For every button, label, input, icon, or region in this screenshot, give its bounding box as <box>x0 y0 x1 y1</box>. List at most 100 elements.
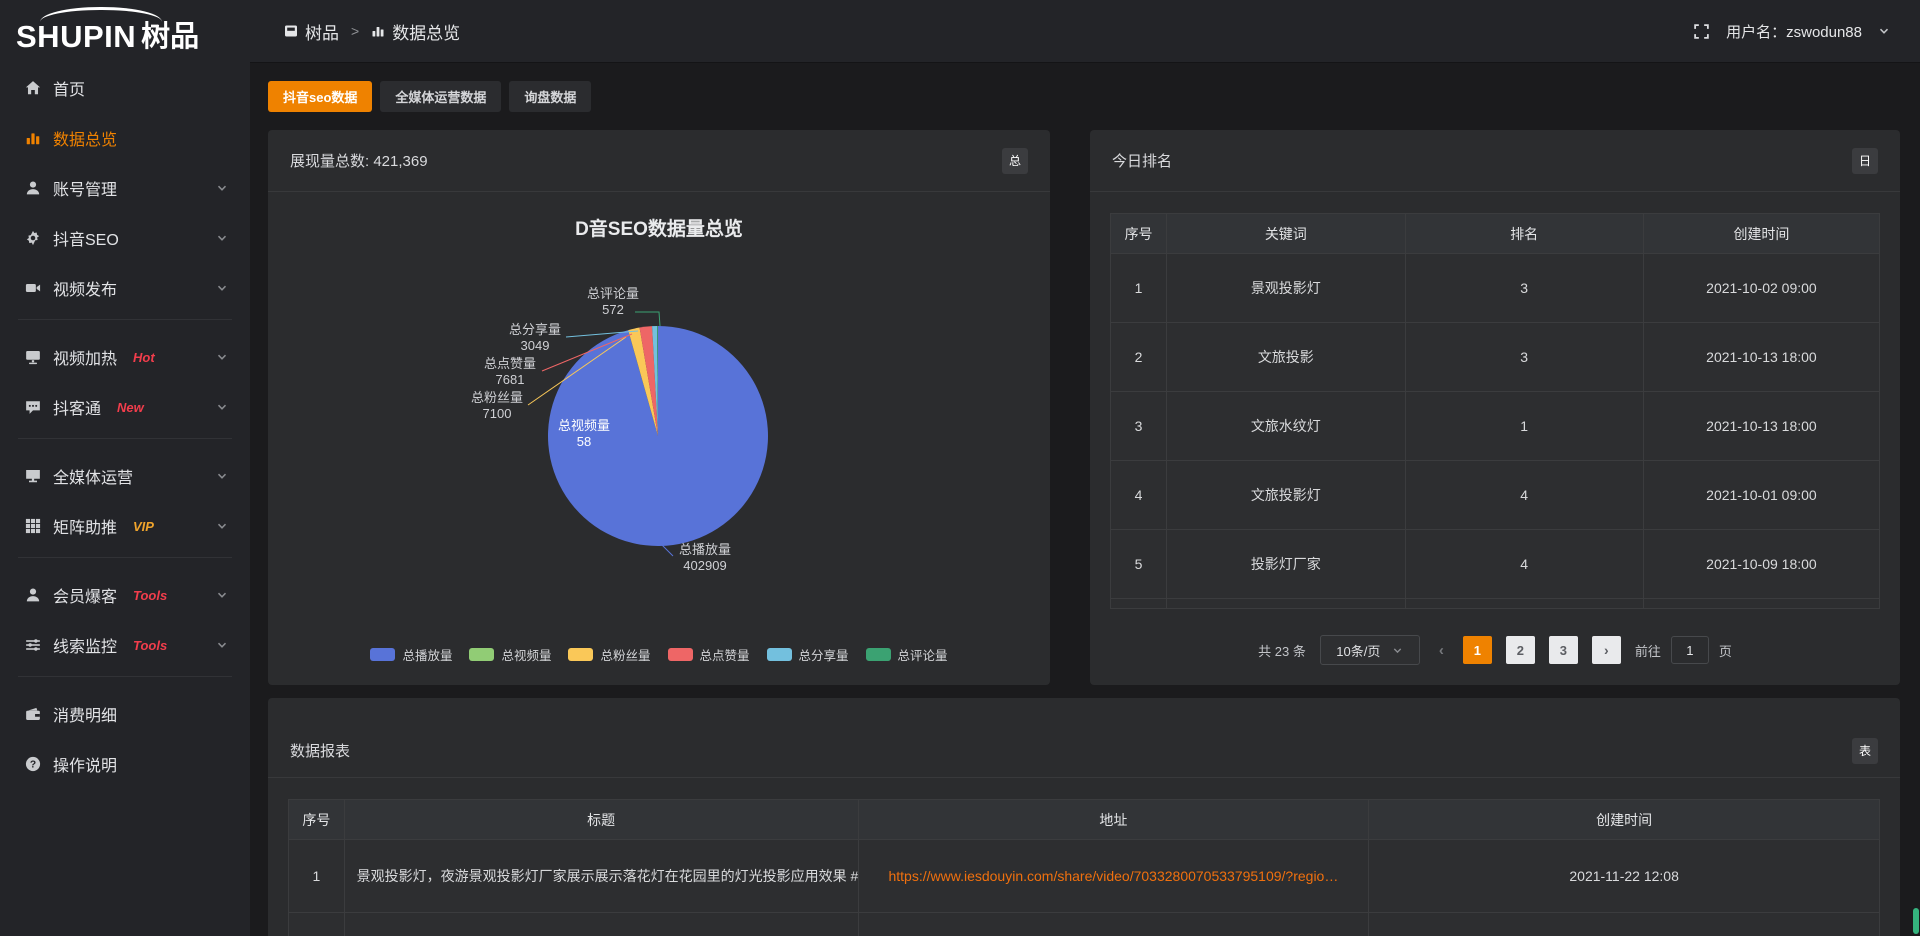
link-cell[interactable]: https://www.iesdouyin.com/share/video/70… <box>858 840 1369 913</box>
page-size-select[interactable]: 10条/页 <box>1320 635 1420 665</box>
table-row: 4文旅投影灯42021-10-01 09:00 <box>1111 461 1880 530</box>
chevron-down-icon <box>1392 645 1403 656</box>
sidebar-item-help[interactable]: ?操作说明 <box>0 739 250 789</box>
table-cell: 4 <box>1111 461 1167 530</box>
sidebar-item-expense-detail[interactable]: 消费明细 <box>0 689 250 739</box>
table-cell <box>289 913 345 936</box>
legend-swatch <box>370 648 395 661</box>
table-cell: 4 <box>1405 461 1643 530</box>
report-table: 序号标题地址创建时间1景观投影灯，夜游景观投影灯厂家展示展示落花灯在花园里的灯光… <box>288 799 1880 936</box>
table-cell: 1 <box>1111 254 1167 323</box>
scrollbar[interactable] <box>1912 63 1920 936</box>
topbar: 树品 > 数据总览 用户名：zswodun88 <box>250 0 1920 63</box>
sidebar-item-media-ops[interactable]: 全媒体运营 <box>0 451 250 501</box>
sidebar-item-home[interactable]: 首页 <box>0 63 250 113</box>
sidebar-item-label: 矩阵助推 <box>53 514 117 538</box>
table-cell: 2021-10-13 18:00 <box>1643 323 1879 392</box>
column-header: 创建时间 <box>1643 214 1879 254</box>
table-row: 5投影灯厂家42021-10-09 18:00 <box>1111 530 1880 599</box>
table-cell <box>1405 599 1643 609</box>
legend-item[interactable]: 总点赞量 <box>668 645 750 664</box>
user-icon <box>25 587 41 603</box>
screen-icon <box>25 349 41 365</box>
legend-label: 总分享量 <box>799 645 849 664</box>
prev-page-button[interactable]: ‹ <box>1434 642 1449 659</box>
table-cell: 3 <box>1405 323 1643 392</box>
column-header: 序号 <box>1111 214 1167 254</box>
chevron-down-icon <box>216 589 228 601</box>
sidebar-item-label: 全媒体运营 <box>53 464 133 488</box>
sidebar-item-video-heat[interactable]: 视频加热Hot <box>0 332 250 382</box>
legend-item[interactable]: 总分享量 <box>767 645 849 664</box>
chevron-down-icon <box>216 639 228 651</box>
chevron-down-icon[interactable] <box>1878 25 1890 37</box>
legend-item[interactable]: 总粉丝量 <box>568 645 650 664</box>
tab-media-ops-data[interactable]: 全媒体运营数据 <box>380 81 501 112</box>
pie-label-line <box>635 312 660 326</box>
logo-text-en: SHUPIN <box>16 19 136 55</box>
page-size-value: 10条/页 <box>1336 641 1380 660</box>
table-cell: 景观投影灯 <box>1167 254 1405 323</box>
breadcrumb: 树品 > 数据总览 <box>284 19 460 44</box>
page-button-3[interactable]: 3 <box>1549 636 1578 664</box>
table-cell: 投影灯厂家 <box>1167 530 1405 599</box>
scrollbar-thumb[interactable] <box>1913 908 1919 934</box>
sidebar-item-member-baoke[interactable]: 会员爆客Tools <box>0 570 250 620</box>
table-cell: 文旅投影灯 <box>1167 461 1405 530</box>
grid-icon <box>25 518 41 534</box>
bar-chart-icon <box>371 24 385 38</box>
sidebar-item-matrix-boost[interactable]: 矩阵助推 VIP <box>0 501 250 551</box>
legend-label: 总粉丝量 <box>600 645 650 664</box>
table-cell: 4 <box>1405 530 1643 599</box>
apps-icon <box>284 24 298 38</box>
column-header: 创建时间 <box>1369 800 1880 840</box>
sidebar-item-label: 视频发布 <box>53 276 117 300</box>
sidebar-divider <box>18 676 232 677</box>
home-icon <box>25 80 41 96</box>
tab-douyin-seo-data[interactable]: 抖音seo数据 <box>268 81 372 112</box>
username[interactable]: 用户名：zswodun88 <box>1726 21 1862 42</box>
overview-panel: 展现量总数: 421,369 总 D音SEO数据量总览 总播放量402909总视… <box>268 130 1050 685</box>
sidebar-item-leads-monitor[interactable]: 线索监控Tools <box>0 620 250 670</box>
legend-item[interactable]: 总播放量 <box>370 645 452 664</box>
page-button-2[interactable]: 2 <box>1506 636 1535 664</box>
goto-page-input[interactable] <box>1671 636 1709 664</box>
breadcrumb-item-current[interactable]: 数据总览 <box>392 19 460 44</box>
sidebar-item-label: 会员爆客 <box>53 583 117 607</box>
user-area: 用户名：zswodun88 <box>1693 21 1890 42</box>
legend-label: 总视频量 <box>501 645 551 664</box>
legend-item[interactable]: 总视频量 <box>469 645 551 664</box>
table-cell: 1 <box>1405 392 1643 461</box>
next-page-button[interactable]: › <box>1592 636 1621 664</box>
table-header-row: 序号关键词排名创建时间 <box>1111 214 1880 254</box>
tab-inquiry-data[interactable]: 询盘数据 <box>509 81 591 112</box>
bar-chart-icon <box>25 130 41 146</box>
table-cell: 1 <box>289 840 345 913</box>
goto-page: 前往页 <box>1635 636 1732 664</box>
report-panel-title: 数据报表 <box>290 740 350 761</box>
sidebar-item-video-publish[interactable]: 视频发布 <box>0 263 250 313</box>
sidebar-badge: VIP <box>133 519 154 534</box>
sidebar-item-account-manage[interactable]: 账号管理 <box>0 163 250 213</box>
legend-item[interactable]: 总评论量 <box>866 645 948 664</box>
table-view-button[interactable]: 表 <box>1852 738 1878 764</box>
pie-chart[interactable] <box>268 130 1050 685</box>
table-row-partial <box>289 913 1880 936</box>
sidebar-item-douyin-seo[interactable]: 抖音SEO <box>0 213 250 263</box>
sidebar-item-label: 消费明细 <box>53 702 117 726</box>
table-cell: 2021-10-02 09:00 <box>1643 254 1879 323</box>
table-cell: 3 <box>1405 254 1643 323</box>
legend-swatch <box>469 648 494 661</box>
logo-arc-icon <box>40 7 162 22</box>
table-row: 1景观投影灯，夜游景观投影灯厂家展示展示落花灯在花园里的灯光投影应用效果 #ht… <box>289 840 1880 913</box>
page-button-1[interactable]: 1 <box>1463 636 1492 664</box>
table-cell: 2021-10-01 09:00 <box>1643 461 1879 530</box>
panels-row: 展现量总数: 421,369 总 D音SEO数据量总览 总播放量402909总视… <box>268 130 1900 685</box>
fullscreen-icon[interactable] <box>1693 23 1710 40</box>
breadcrumb-item-root[interactable]: 树品 <box>305 19 339 44</box>
sidebar-item-doukatong[interactable]: 抖客通New <box>0 382 250 432</box>
breadcrumb-separator: > <box>351 23 359 39</box>
sidebar-item-data-overview[interactable]: 数据总览 <box>0 113 250 163</box>
daily-view-button[interactable]: 日 <box>1852 148 1878 174</box>
main: 树品 > 数据总览 用户名：zswodun88 抖音seo数据全媒体运营数据询盘… <box>250 0 1920 936</box>
